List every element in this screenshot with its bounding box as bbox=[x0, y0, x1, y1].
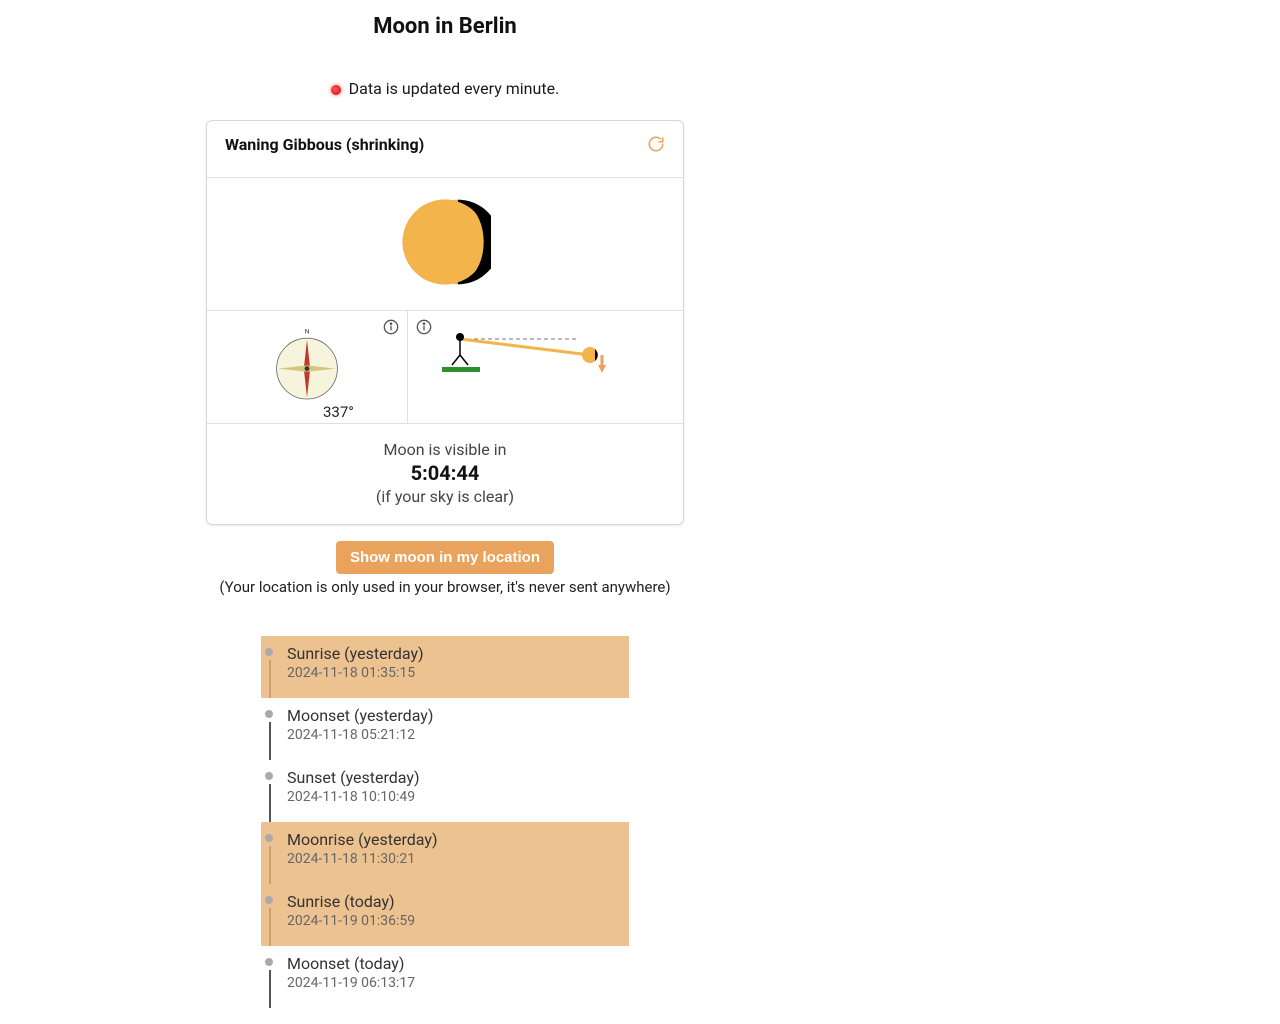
refresh-icon[interactable] bbox=[647, 135, 665, 157]
timeline-event-time: 2024-11-18 10:10:49 bbox=[287, 789, 629, 805]
timeline-connector bbox=[269, 784, 271, 822]
timeline-event: Moonrise (yesterday) 2024-11-18 11:30:21 bbox=[261, 822, 629, 884]
timeline-dot-icon bbox=[265, 958, 273, 966]
countdown-label: Moon is visible in bbox=[207, 440, 683, 459]
moon-phase-name: Waning Gibbous (shrinking) bbox=[225, 135, 424, 154]
altitude-cell bbox=[407, 311, 683, 423]
countdown-block: Moon is visible in 5:04:44 (if your sky … bbox=[207, 424, 683, 524]
timeline-event: Sunset (yesterday) 2024-11-18 10:10:49 bbox=[261, 760, 629, 822]
timeline-connector bbox=[269, 970, 271, 1008]
timeline-event-time: 2024-11-18 11:30:21 bbox=[287, 851, 629, 867]
location-privacy-note: (Your location is only used in your brow… bbox=[0, 578, 890, 596]
timeline-event-title: Moonset (today) bbox=[287, 954, 629, 973]
timeline-connector bbox=[269, 722, 271, 760]
timeline-dot-icon bbox=[265, 648, 273, 656]
timeline-event-title: Sunrise (yesterday) bbox=[287, 644, 629, 663]
altitude-illustration bbox=[416, 319, 675, 415]
azimuth-cell: N 337° bbox=[207, 311, 407, 423]
timeline-dot-icon bbox=[265, 772, 273, 780]
timeline-event-time: 2024-11-18 01:35:15 bbox=[287, 665, 629, 681]
page-title: Moon in Berlin bbox=[0, 14, 890, 39]
timeline-connector bbox=[269, 846, 271, 884]
moon-card: Waning Gibbous (shrinking) bbox=[206, 120, 684, 525]
countdown-time: 5:04:44 bbox=[207, 461, 683, 485]
timeline-event: Sunrise (today) 2024-11-19 01:36:59 bbox=[261, 884, 629, 946]
timeline-dot-icon bbox=[265, 710, 273, 718]
timeline-connector bbox=[269, 908, 271, 946]
svg-text:N: N bbox=[305, 327, 310, 335]
timeline-event-title: Sunset (yesterday) bbox=[287, 768, 629, 787]
live-indicator-dot bbox=[331, 85, 341, 95]
timeline-event-time: 2024-11-18 05:21:12 bbox=[287, 727, 629, 743]
main-scroll-container[interactable]: Moon in Berlin Data is updated every min… bbox=[0, 0, 890, 1024]
events-timeline: Sunrise (yesterday) 2024-11-18 01:35:15 Mo… bbox=[261, 636, 629, 1024]
location-block: Show moon in my location (Your location … bbox=[0, 541, 890, 596]
metrics-row: N 337° bbox=[207, 311, 683, 424]
timeline-connector bbox=[269, 660, 271, 698]
timeline-event-title: Moonrise (yesterday) bbox=[287, 830, 629, 849]
update-status-row: Data is updated every minute. bbox=[0, 79, 890, 98]
moon-phase-illustration bbox=[207, 178, 683, 311]
update-status-text: Data is updated every minute. bbox=[349, 79, 560, 98]
timeline-event-time: 2024-11-19 06:13:17 bbox=[287, 975, 629, 991]
timeline-event: Moonset (today) 2024-11-19 06:13:17 bbox=[261, 946, 629, 1008]
azimuth-value: 337° bbox=[323, 403, 354, 421]
timeline-dot-icon bbox=[265, 834, 273, 842]
timeline-event: Sunrise (yesterday) 2024-11-18 01:35:15 bbox=[261, 636, 629, 698]
card-header: Waning Gibbous (shrinking) bbox=[207, 121, 683, 178]
countdown-note: (if your sky is clear) bbox=[207, 487, 683, 506]
timeline-event-title: Sunrise (today) bbox=[287, 892, 629, 911]
timeline-event: Moonset (yesterday) 2024-11-18 05:21:12 bbox=[261, 698, 629, 760]
compass-illustration: N bbox=[215, 319, 399, 415]
show-location-button[interactable]: Show moon in my location bbox=[336, 541, 554, 574]
timeline-dot-icon bbox=[265, 896, 273, 904]
timeline-event-time: 2024-11-19 01:36:59 bbox=[287, 913, 629, 929]
timeline-event-title: Moonset (yesterday) bbox=[287, 706, 629, 725]
